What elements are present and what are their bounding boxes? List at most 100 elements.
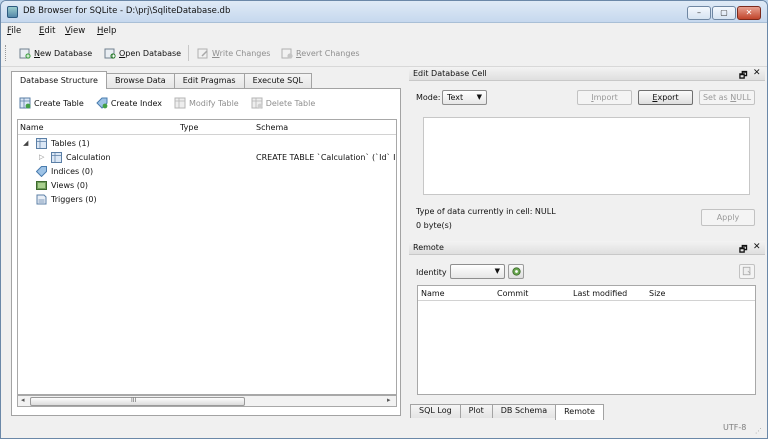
tab-edit-pragmas[interactable]: Edit Pragmas xyxy=(173,73,245,89)
main-tabs: Database Structure Browse Data Edit Prag… xyxy=(11,71,312,89)
toolbar-grip[interactable] xyxy=(5,45,8,61)
open-database-icon xyxy=(104,48,116,59)
table-folder-icon xyxy=(36,138,47,149)
revert-changes-label: Revert Changes xyxy=(296,49,360,58)
menu-view-label: iew xyxy=(70,26,86,36)
float-dock-icon[interactable]: 🗗 xyxy=(739,242,747,258)
write-changes-button[interactable]: Write Changes xyxy=(197,46,270,60)
create-index-label: Create Index xyxy=(110,98,162,108)
column-header-commit[interactable]: Commit xyxy=(497,289,528,298)
remote-list[interactable]: Name Commit Last modified Size xyxy=(417,285,756,395)
trigger-icon xyxy=(36,194,47,205)
toolbar-separator xyxy=(188,45,189,61)
horizontal-scrollbar[interactable]: ◂ III ▸ xyxy=(17,395,397,407)
tab-sql-log[interactable]: SQL Log xyxy=(410,404,461,418)
revert-changes-button[interactable]: Revert Changes xyxy=(281,46,360,60)
delete-table-icon xyxy=(251,97,263,109)
column-header-last-modified[interactable]: Last modified xyxy=(573,289,627,298)
open-database-text: pen Database xyxy=(125,48,182,58)
new-database-label: New Database xyxy=(34,49,92,58)
new-database-icon xyxy=(19,48,31,59)
column-header-name[interactable]: Name xyxy=(421,289,445,298)
set-null-button[interactable]: Set as NULL xyxy=(699,90,755,105)
edit-cell-title: Edit Database Cell xyxy=(413,69,487,78)
apply-button[interactable]: Apply xyxy=(701,209,755,226)
mode-select-value: Text xyxy=(447,93,464,102)
menu-view[interactable]: View xyxy=(65,26,85,36)
revert-changes-icon xyxy=(281,48,293,59)
create-table-button[interactable]: Create Table xyxy=(19,96,84,110)
menu-bar: File Edit View Help xyxy=(1,23,767,39)
set-null-label: ULL xyxy=(736,93,752,102)
column-header-schema[interactable]: Schema xyxy=(256,123,288,132)
close-dock-icon[interactable]: ✕ xyxy=(753,242,761,252)
tab-db-schema[interactable]: DB Schema xyxy=(491,404,557,418)
menu-file[interactable]: File xyxy=(7,26,21,36)
identity-select[interactable]: ▼ xyxy=(450,264,505,279)
scroll-thumb[interactable]: III xyxy=(30,397,245,406)
main-window: DB Browser for SQLite - D:\prj\SqliteDat… xyxy=(0,0,768,439)
modify-table-label: Modify Table xyxy=(188,98,239,108)
identity-settings-button[interactable] xyxy=(508,264,524,279)
column-header-name[interactable]: Name xyxy=(20,123,44,132)
scroll-left-icon[interactable]: ◂ xyxy=(21,396,25,404)
tab-execute-sql[interactable]: Execute SQL xyxy=(243,73,312,89)
remote-title: Remote xyxy=(413,243,444,252)
tree-row-triggers[interactable]: Triggers (0) xyxy=(18,193,396,207)
resize-grip-icon[interactable]: ⋰ xyxy=(755,427,762,435)
menu-edit[interactable]: Edit xyxy=(39,26,55,36)
tree-header: Name Type Schema xyxy=(18,120,396,135)
menu-help-label: elp xyxy=(103,26,117,36)
dropdown-arrow-icon: ▼ xyxy=(494,267,500,275)
tree-row-indices[interactable]: Indices (0) xyxy=(18,165,396,179)
tree-row-views[interactable]: Views (0) xyxy=(18,179,396,193)
export-label: xport xyxy=(657,93,679,102)
export-button[interactable]: Export xyxy=(638,90,693,105)
expand-arrow-icon[interactable]: ▷ xyxy=(39,153,44,161)
close-button[interactable]: ✕ xyxy=(737,6,761,20)
schema-tree[interactable]: Name Type Schema ◢ Tables (1) ▷ Calculat… xyxy=(17,119,397,395)
tree-row-label: Triggers (0) xyxy=(51,195,97,204)
scroll-thumb-grip: III xyxy=(131,397,137,404)
tab-remote[interactable]: Remote xyxy=(555,404,604,420)
tab-browse-data[interactable]: Browse Data xyxy=(105,73,175,89)
minimize-button[interactable]: – xyxy=(687,6,711,20)
mode-select[interactable]: Text ▼ xyxy=(442,90,487,105)
main-toolbar: New Database Open Database Write Changes… xyxy=(1,39,767,67)
write-changes-text: rite Changes xyxy=(219,48,271,58)
new-database-button[interactable]: New Database xyxy=(19,46,92,60)
tree-row-calculation[interactable]: ▷ Calculation CREATE TABLE `Calculation`… xyxy=(18,151,396,165)
tab-plot[interactable]: Plot xyxy=(459,404,493,418)
cell-type-info: Type of data currently in cell: NULL xyxy=(416,207,556,216)
remote-title-bar: Remote xyxy=(409,241,765,255)
modify-table-icon xyxy=(174,97,186,109)
close-dock-icon[interactable]: ✕ xyxy=(753,68,761,78)
open-database-button[interactable]: Open Database xyxy=(104,46,181,60)
import-button[interactable]: Import xyxy=(577,90,632,105)
column-header-size[interactable]: Size xyxy=(649,289,665,298)
new-database-text: ew Database xyxy=(39,48,93,58)
modify-table-button[interactable]: Modify Table xyxy=(174,96,239,110)
gear-icon xyxy=(511,267,521,276)
open-database-label: Open Database xyxy=(119,49,181,58)
tree-row-tables[interactable]: ◢ Tables (1) xyxy=(18,137,396,151)
scroll-right-icon[interactable]: ▸ xyxy=(387,396,391,404)
menu-help[interactable]: Help xyxy=(97,26,116,36)
push-database-button[interactable] xyxy=(739,264,755,279)
create-index-icon xyxy=(96,97,108,109)
float-dock-icon[interactable]: 🗗 xyxy=(739,68,747,84)
menu-file-label: ile xyxy=(11,26,22,36)
collapse-arrow-icon[interactable]: ◢ xyxy=(23,139,28,147)
dock-tabs: SQL Log Plot DB Schema Remote xyxy=(410,404,604,420)
cell-editor[interactable] xyxy=(423,117,750,195)
maximize-button[interactable]: ▢ xyxy=(712,6,736,20)
title-bar: DB Browser for SQLite - D:\prj\SqliteDat… xyxy=(1,1,767,23)
write-changes-mnemonic: W xyxy=(212,48,220,58)
create-index-button[interactable]: Create Index xyxy=(96,96,162,110)
edit-cell-dock: Edit Database Cell 🗗 ✕ Mode: Text ▼ Impo… xyxy=(409,67,765,237)
edit-cell-title-bar: Edit Database Cell xyxy=(409,67,765,81)
delete-table-button[interactable]: Delete Table xyxy=(251,96,315,110)
table-icon xyxy=(51,152,62,163)
column-header-type[interactable]: Type xyxy=(180,123,198,132)
tab-database-structure[interactable]: Database Structure xyxy=(11,71,107,89)
